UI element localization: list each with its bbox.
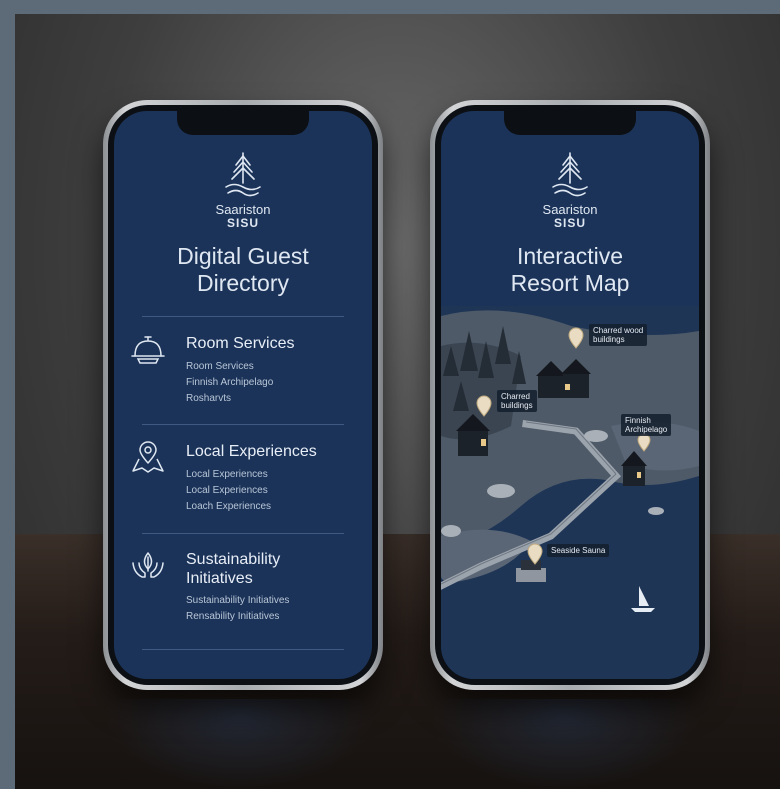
section-heading: Local Experiences <box>186 443 317 460</box>
divider <box>142 533 344 534</box>
map-location-pin-icon <box>132 441 164 473</box>
resort-map[interactable]: Charred wood buildings Charred buildings… <box>441 306 699 679</box>
divider <box>142 424 344 425</box>
list-item[interactable]: Local Experiences <box>186 485 268 496</box>
map-label-finnish-archipelago[interactable]: Finnish Archipelago <box>621 414 672 436</box>
phone-right: Saariston SISU Interactive Resort Map Ch… <box>430 100 710 690</box>
divider <box>142 316 344 317</box>
guest-directory-screen: Saariston SISU Digital Guest Directory R… <box>114 111 372 679</box>
phone-reflection-right <box>430 699 700 789</box>
map-label-seaside-sauna[interactable]: Seaside Sauna <box>547 544 610 557</box>
leaf-hands-icon <box>132 552 164 578</box>
local-experiences-section[interactable]: Local Experiences Local Experiences Loca… <box>130 439 356 519</box>
pine-tree-logo-icon <box>552 152 588 197</box>
phone-notch <box>177 111 309 135</box>
list-item[interactable]: Loach Experiences <box>186 501 271 512</box>
product-photo: Saariston SISU Digital Guest Directory R… <box>15 14 780 789</box>
divider <box>142 649 344 650</box>
sustainability-section[interactable]: Sustainability Initiatives Sustainabilit… <box>130 547 356 637</box>
phone-reflection-left <box>105 699 375 789</box>
resort-map-illustration <box>441 306 699 679</box>
list-item[interactable]: Sustainability Initiatives <box>186 595 289 606</box>
section-heading: Room Services <box>186 335 295 352</box>
resort-map-screen: Saariston SISU Interactive Resort Map Ch… <box>441 111 699 679</box>
map-label-charred-wood[interactable]: Charred wood buildings <box>589 324 648 346</box>
brand-subname: SISU <box>226 216 259 230</box>
room-services-section[interactable]: Room Services Room Services Finnish Arch… <box>130 331 356 411</box>
map-label-charred-buildings[interactable]: Charred buildings <box>497 390 537 412</box>
section-heading: Sustainability Initiatives <box>186 551 281 587</box>
phone-notch <box>504 111 636 135</box>
list-item[interactable]: Rensability Initiatives <box>186 611 279 622</box>
phone-left: Saariston SISU Digital Guest Directory R… <box>103 100 383 690</box>
brand-name: Saariston <box>215 202 271 217</box>
room-service-bell-icon <box>131 336 165 364</box>
brand-logo: Saariston SISU <box>114 149 372 230</box>
brand-subname: SISU <box>553 216 586 230</box>
page-title: Interactive Resort Map <box>510 243 630 296</box>
list-item[interactable]: Rosharvts <box>186 393 231 404</box>
brand-name: Saariston <box>542 202 598 217</box>
pine-tree-logo-icon <box>225 152 261 197</box>
page-title: Digital Guest Directory <box>177 243 309 296</box>
list-item[interactable]: Finnish Archipelago <box>186 377 273 388</box>
brand-logo: Saariston SISU <box>441 149 699 230</box>
list-item[interactable]: Local Experiences <box>186 469 268 480</box>
list-item[interactable]: Room Services <box>186 361 254 372</box>
